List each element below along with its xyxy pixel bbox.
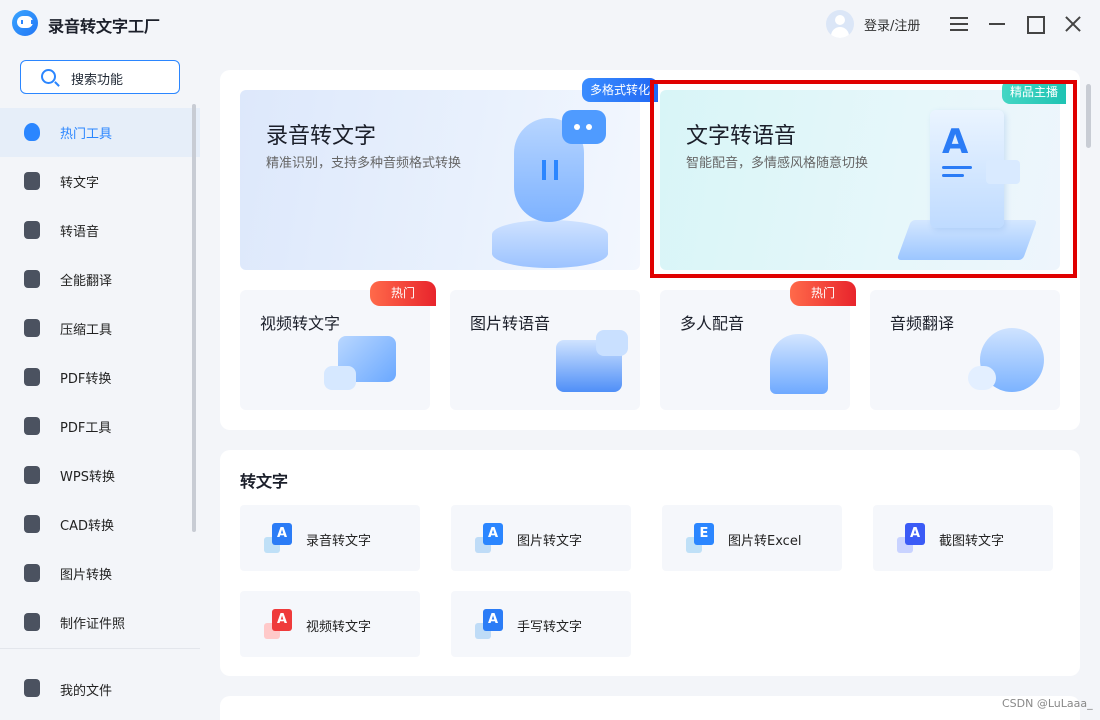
image-text-icon: A <box>475 523 503 553</box>
tool-image-to-text[interactable]: A 图片转文字 <box>451 505 631 571</box>
image-excel-icon: E <box>686 523 714 553</box>
app-logo-icon <box>12 10 38 36</box>
section-title: 转文字 <box>240 472 289 491</box>
subtitle-icon <box>324 366 356 390</box>
sidebar-item-my-files[interactable]: 我的文件 <box>0 664 200 712</box>
cad-icon <box>24 515 40 533</box>
wps-icon <box>24 466 40 484</box>
highlight-box <box>650 80 1077 278</box>
tool-label: 截图转文字 <box>939 534 1005 549</box>
tool-label: 图片转Excel <box>728 534 802 549</box>
featured-title: 录音转文字 <box>266 124 377 149</box>
compress-icon <box>24 319 40 337</box>
briefcase-icon <box>24 417 40 435</box>
app-title: 录音转文字工厂 <box>48 17 161 36</box>
id-photo-icon <box>24 613 40 631</box>
menu-icon[interactable] <box>947 12 971 36</box>
featured-subtitle: 精准识别，支持多种音频格式转换 <box>266 156 462 171</box>
sidebar-item-to-voice[interactable]: 转语音 <box>0 206 200 255</box>
sidebar-item-wps[interactable]: WPS转换 <box>0 451 200 500</box>
sidebar-item-label: 制作证件照 <box>60 617 126 632</box>
handwriting-text-icon: A <box>475 609 503 639</box>
sidebar-item-label: 热门工具 <box>60 127 113 142</box>
sidebar: 搜索功能 热门工具 转文字 转语音 全能翻译 压缩工具 PDF转换 PDF工具 … <box>0 48 200 720</box>
tool-image-to-excel[interactable]: E 图片转Excel <box>662 505 842 571</box>
tool-label: 手写转文字 <box>517 620 583 635</box>
search-label: 搜索功能 <box>71 73 124 88</box>
sidebar-item-compress[interactable]: 压缩工具 <box>0 304 200 353</box>
sidebar-item-label: 全能翻译 <box>60 274 113 289</box>
sidebar-item-image-convert[interactable]: 图片转换 <box>0 549 200 598</box>
video-text-icon: A <box>264 609 292 639</box>
quick-tool-title: 音频翻译 <box>890 314 955 333</box>
sidebar-nav: 热门工具 转文字 转语音 全能翻译 压缩工具 PDF转换 PDF工具 WPS转换… <box>0 108 200 647</box>
sidebar-scrollbar[interactable] <box>192 104 196 532</box>
tool-label: 录音转文字 <box>306 534 372 549</box>
multi-format-badge: 多格式转化 <box>582 78 659 102</box>
file-icon <box>24 679 40 697</box>
quick-tool-audio-translate[interactable]: 音频翻译 <box>870 290 1060 410</box>
tool-video-to-text[interactable]: A 视频转文字 <box>240 591 420 657</box>
people-icon <box>770 334 828 394</box>
user-avatar-icon[interactable] <box>826 10 854 38</box>
sidebar-item-label: PDF工具 <box>60 421 112 436</box>
main-scrollbar[interactable] <box>1086 84 1091 148</box>
quick-tool-title: 视频转文字 <box>260 314 341 333</box>
sidebar-item-label: PDF转换 <box>60 372 112 387</box>
sidebar-divider <box>0 648 200 649</box>
quick-tool-title: 多人配音 <box>680 314 745 333</box>
sidebar-item-label: 转语音 <box>60 225 100 240</box>
screenshot-text-icon: A <box>897 523 925 553</box>
quick-tool-video-to-text[interactable]: 视频转文字 <box>240 290 430 410</box>
sidebar-item-label: WPS转换 <box>60 470 115 485</box>
tool-handwriting-to-text[interactable]: A 手写转文字 <box>451 591 631 657</box>
sidebar-item-translate[interactable]: 全能翻译 <box>0 255 200 304</box>
voice-icon <box>24 221 40 239</box>
sidebar-item-label: 压缩工具 <box>60 323 113 338</box>
sidebar-item-label: 转文字 <box>60 176 100 191</box>
login-link[interactable]: 登录/注册 <box>864 15 920 34</box>
pdf-convert-icon <box>24 368 40 386</box>
search-icon <box>41 69 56 84</box>
translate-icon <box>24 270 40 288</box>
title-bar: 录音转文字工厂 登录/注册 <box>0 0 1100 48</box>
next-panel <box>220 696 1080 720</box>
audio-wave-icon <box>596 330 628 356</box>
tool-label: 图片转文字 <box>517 534 583 549</box>
sidebar-item-label: 图片转换 <box>60 568 113 583</box>
text-convert-icon <box>24 172 40 190</box>
sidebar-item-cad[interactable]: CAD转换 <box>0 500 200 549</box>
tool-label: 视频转文字 <box>306 620 372 635</box>
translate-bubble-icon <box>968 366 996 390</box>
hot-badge: 热门 <box>790 281 856 306</box>
sidebar-item-label: CAD转换 <box>60 519 114 534</box>
quick-tool-multi-dubbing[interactable]: 多人配音 <box>660 290 850 410</box>
quick-tool-title: 图片转语音 <box>470 314 551 333</box>
hot-badge: 热门 <box>370 281 436 306</box>
microphone-icon <box>490 110 610 268</box>
sidebar-item-pdf-convert[interactable]: PDF转换 <box>0 353 200 402</box>
sidebar-item-hot-tools[interactable]: 热门工具 <box>0 108 200 157</box>
sidebar-item-pdf-tools[interactable]: PDF工具 <box>0 402 200 451</box>
minimize-icon[interactable] <box>985 12 1009 36</box>
quick-tool-image-to-voice[interactable]: 图片转语音 <box>450 290 640 410</box>
tool-audio-to-text[interactable]: A 录音转文字 <box>240 505 420 571</box>
sidebar-item-id-photo[interactable]: 制作证件照 <box>0 598 200 647</box>
watermark: CSDN @LuLaaa_ <box>1002 697 1093 710</box>
sidebar-item-label: 我的文件 <box>60 684 113 699</box>
search-button[interactable]: 搜索功能 <box>20 60 180 94</box>
sidebar-item-to-text[interactable]: 转文字 <box>0 157 200 206</box>
close-icon[interactable] <box>1061 12 1085 36</box>
maximize-icon[interactable] <box>1023 12 1047 36</box>
flame-icon <box>24 123 40 141</box>
audio-text-icon: A <box>264 523 292 553</box>
image-icon <box>24 564 40 582</box>
tool-screenshot-to-text[interactable]: A 截图转文字 <box>873 505 1053 571</box>
